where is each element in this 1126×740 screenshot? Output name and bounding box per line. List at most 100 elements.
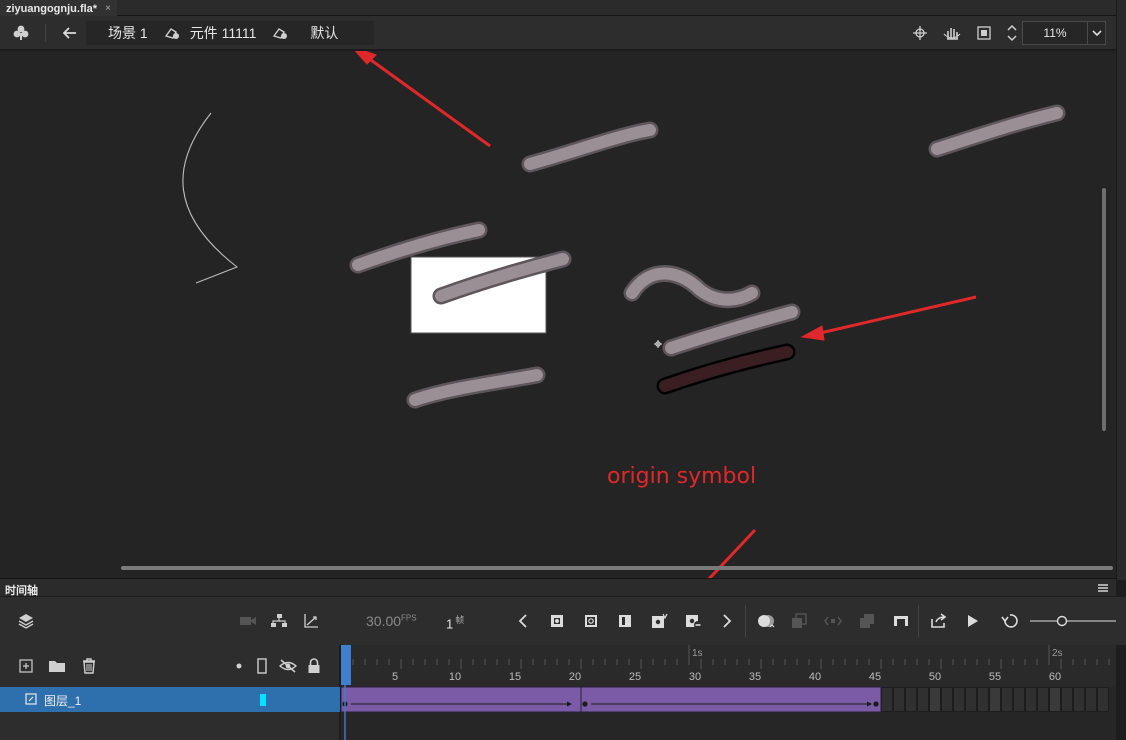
breadcrumb-scene[interactable]: 场景 1 bbox=[108, 23, 148, 43]
breadcrumb-symbol[interactable]: 元件 11111 bbox=[190, 23, 257, 43]
current-frame-value: 1 bbox=[446, 616, 454, 632]
empty-frame-cell bbox=[941, 687, 953, 712]
tween-keyframe-icon[interactable] bbox=[649, 597, 671, 645]
horizontal-scrollbar[interactable] bbox=[121, 566, 1113, 570]
timeline-frames[interactable]: 1s 2s 5 10 15 20 25 30 35 40 45 50 55 60 bbox=[341, 645, 1116, 740]
chevron-down-icon[interactable] bbox=[1087, 22, 1105, 44]
current-frame-display[interactable]: 1帧 bbox=[446, 613, 464, 631]
selected-brush-stroke-fill bbox=[659, 346, 793, 392]
empty-frame-cell bbox=[965, 687, 977, 712]
play-icon[interactable] bbox=[962, 597, 984, 645]
breadcrumb: 场景 1 元件 11111 默认 bbox=[86, 21, 374, 45]
frame-number-label: 25 bbox=[629, 671, 641, 683]
annotation-arrowhead bbox=[800, 325, 825, 341]
close-icon[interactable]: × bbox=[105, 3, 111, 14]
empty-frame-cell bbox=[1085, 687, 1097, 712]
stage[interactable]: origin symbol bbox=[0, 51, 1116, 578]
layer-name[interactable]: 图层_1 bbox=[44, 692, 81, 709]
edit-multiple-frames-icon[interactable] bbox=[788, 597, 810, 645]
frame-range-icon[interactable] bbox=[890, 597, 912, 645]
brush-stroke bbox=[524, 124, 656, 170]
brush-stroke bbox=[665, 306, 798, 354]
insert-frame-icon[interactable] bbox=[615, 597, 635, 645]
empty-frame-cell bbox=[929, 687, 941, 712]
registration-point-icon bbox=[654, 340, 662, 348]
document-tab[interactable]: ziyuangognju.fla* × bbox=[0, 0, 117, 16]
graph-editor-icon[interactable] bbox=[300, 597, 322, 645]
divider bbox=[45, 24, 46, 42]
layer-color-swatch[interactable] bbox=[260, 694, 266, 706]
fps-display[interactable]: 30.00FPS bbox=[366, 613, 417, 629]
outline-mode-icon[interactable] bbox=[254, 645, 270, 687]
empty-frame-cell bbox=[1049, 687, 1061, 712]
tween-span bbox=[341, 686, 582, 713]
frame-number-label: 40 bbox=[809, 671, 821, 683]
timeline-zoom-slider[interactable] bbox=[1030, 597, 1120, 645]
frame-number-label: 5 bbox=[392, 671, 398, 683]
fps-value: 30.00 bbox=[366, 613, 402, 629]
breadcrumb-default[interactable]: 默认 bbox=[310, 23, 338, 43]
panel-menu-icon[interactable] bbox=[1098, 584, 1108, 592]
document-tab-title: ziyuangognju.fla* bbox=[6, 2, 98, 15]
layer-type-icon bbox=[25, 693, 37, 708]
empty-frame-cell bbox=[1061, 687, 1073, 712]
empty-frame-cell bbox=[1073, 687, 1085, 712]
empty-frame-cell bbox=[1037, 687, 1049, 712]
empty-frame-cell bbox=[905, 687, 917, 712]
empty-frame-cell bbox=[881, 687, 893, 712]
empty-frame-cell bbox=[1025, 687, 1037, 712]
brush-stroke bbox=[626, 267, 758, 306]
document-tab-bar: ziyuangognju.fla* × bbox=[0, 0, 1126, 16]
clip-stage-icon[interactable] bbox=[974, 16, 994, 50]
delete-trash-icon[interactable] bbox=[78, 645, 100, 687]
symbol-icon[interactable] bbox=[10, 16, 32, 50]
frame-number-label: 20 bbox=[569, 671, 581, 683]
hand-rotate-icon[interactable] bbox=[941, 16, 963, 50]
annotation-arrow bbox=[707, 528, 757, 578]
lock-icon[interactable] bbox=[305, 645, 323, 687]
onion-skin-icon[interactable] bbox=[754, 597, 778, 645]
previous-frame-icon[interactable] bbox=[513, 597, 533, 645]
center-frame-icon[interactable] bbox=[822, 597, 844, 645]
playhead bbox=[341, 645, 351, 685]
edit-bar: 场景 1 元件 11111 默认 11% bbox=[0, 16, 1116, 50]
export-frames-icon[interactable] bbox=[927, 597, 951, 645]
timeline-title: 时间轴 bbox=[5, 585, 38, 597]
parenting-icon[interactable] bbox=[268, 597, 290, 645]
empty-frame-cell bbox=[953, 687, 965, 712]
layers-icon[interactable] bbox=[14, 597, 38, 645]
insert-keyframe-icon[interactable] bbox=[547, 597, 567, 645]
camera-icon[interactable] bbox=[238, 597, 258, 645]
divider bbox=[918, 605, 919, 637]
empty-frame-cell bbox=[977, 687, 989, 712]
timeline-header: 时间轴 bbox=[0, 578, 1116, 597]
timeline-controls: 30.00FPS 1帧 bbox=[0, 597, 1126, 645]
frame-number-label: 60 bbox=[1049, 671, 1061, 683]
stage-artwork bbox=[182, 51, 1066, 578]
insert-blank-keyframe-icon[interactable] bbox=[581, 597, 601, 645]
keyframe-dot bbox=[873, 701, 879, 707]
layer-panel: 图层_1 bbox=[0, 645, 340, 740]
zoom-select[interactable]: 11% bbox=[1022, 21, 1106, 45]
loop-frames-icon[interactable] bbox=[856, 597, 878, 645]
clear-keyframe-icon[interactable] bbox=[683, 597, 705, 645]
hide-eye-icon[interactable] bbox=[277, 645, 299, 687]
loop-icon[interactable] bbox=[998, 597, 1022, 645]
empty-frame-cell bbox=[989, 687, 1001, 712]
new-layer-icon[interactable] bbox=[16, 645, 36, 687]
zoom-value: 11% bbox=[1043, 26, 1067, 40]
vertical-scrollbar[interactable] bbox=[1102, 188, 1106, 431]
crosshair-icon[interactable] bbox=[910, 16, 930, 50]
highlight-dot-icon[interactable] bbox=[232, 645, 246, 687]
time-mark-label: 2s bbox=[1052, 648, 1063, 659]
symbol-graphic-icon bbox=[272, 26, 290, 40]
zoom-stepper-icon[interactable] bbox=[1004, 16, 1020, 50]
tween-span bbox=[580, 686, 882, 713]
frame-number-label: 45 bbox=[869, 671, 881, 683]
next-frame-icon[interactable] bbox=[717, 597, 737, 645]
back-arrow-icon[interactable] bbox=[59, 16, 81, 50]
layer-row[interactable]: 图层_1 bbox=[0, 687, 340, 712]
frame-number-label: 50 bbox=[929, 671, 941, 683]
folder-icon[interactable] bbox=[46, 645, 68, 687]
layer-tools bbox=[0, 645, 340, 687]
